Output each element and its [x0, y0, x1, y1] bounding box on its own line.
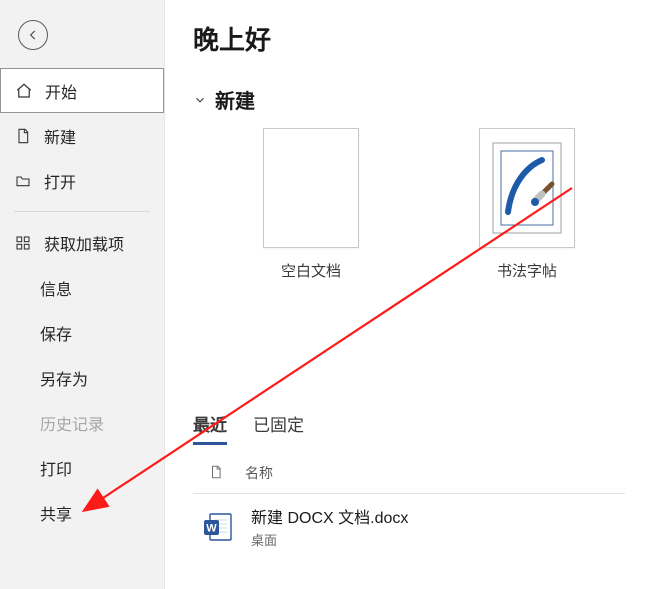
home-icon — [15, 82, 33, 100]
nav-label: 历史记录 — [40, 411, 104, 435]
chevron-down-icon — [193, 93, 207, 107]
nav-label: 信息 — [40, 276, 72, 300]
recent-tabs: 最近 已固定 — [193, 411, 645, 445]
arrow-left-icon — [26, 28, 40, 42]
file-meta: 新建 DOCX 文档.docx 桌面 — [251, 504, 408, 549]
nav-print[interactable]: 打印 — [0, 445, 164, 490]
column-name: 名称 — [245, 463, 273, 483]
section-title: 新建 — [215, 85, 255, 114]
sidebar: 开始 新建 打开 获取加载项 信息 保存 另存为 — [0, 0, 165, 589]
nav-info[interactable]: 信息 — [0, 265, 164, 310]
nav-share[interactable]: 共享 — [0, 490, 164, 535]
file-list-header: 名称 — [193, 445, 645, 489]
file-name: 新建 DOCX 文档.docx — [251, 504, 408, 528]
nav-label: 另存为 — [40, 366, 88, 390]
document-icon — [209, 464, 227, 483]
tab-pinned[interactable]: 已固定 — [253, 411, 304, 445]
nav-label: 保存 — [40, 321, 72, 345]
document-icon — [14, 127, 32, 145]
nav-label: 打印 — [40, 456, 72, 480]
nav-label: 开始 — [45, 79, 77, 103]
separator — [14, 211, 150, 212]
back-button[interactable] — [18, 20, 48, 50]
nav-history: 历史记录 — [0, 400, 164, 445]
nav-label: 获取加载项 — [44, 231, 124, 255]
nav-start[interactable]: 开始 — [0, 68, 164, 113]
templates-row: 空白文档 书法字帖 — [193, 128, 645, 281]
tab-recent[interactable]: 最近 — [193, 411, 227, 445]
apps-icon — [14, 234, 32, 252]
word-file-icon: W — [201, 510, 235, 544]
file-location: 桌面 — [251, 530, 408, 549]
nav-addins[interactable]: 获取加载项 — [0, 220, 164, 265]
svg-text:W: W — [206, 522, 217, 534]
nav-label: 打开 — [44, 169, 76, 193]
template-label: 书法字帖 — [497, 260, 557, 281]
template-calligraphy[interactable]: 书法字帖 — [479, 128, 575, 281]
template-blank[interactable]: 空白文档 — [263, 128, 359, 281]
nav-label: 共享 — [40, 501, 72, 525]
nav-save-as[interactable]: 另存为 — [0, 355, 164, 400]
section-new-header[interactable]: 新建 — [193, 85, 645, 114]
template-label: 空白文档 — [281, 260, 341, 281]
folder-icon — [14, 172, 32, 190]
nav-save[interactable]: 保存 — [0, 310, 164, 355]
template-thumb-calligraphy — [479, 128, 575, 248]
nav-open[interactable]: 打开 — [0, 158, 164, 203]
nav-new[interactable]: 新建 — [0, 113, 164, 158]
page-title: 晚上好 — [193, 20, 645, 57]
file-row[interactable]: W 新建 DOCX 文档.docx 桌面 — [193, 494, 645, 559]
template-thumb-blank — [263, 128, 359, 248]
main-panel: 晚上好 新建 空白文档 — [165, 0, 645, 589]
nav-label: 新建 — [44, 124, 76, 148]
